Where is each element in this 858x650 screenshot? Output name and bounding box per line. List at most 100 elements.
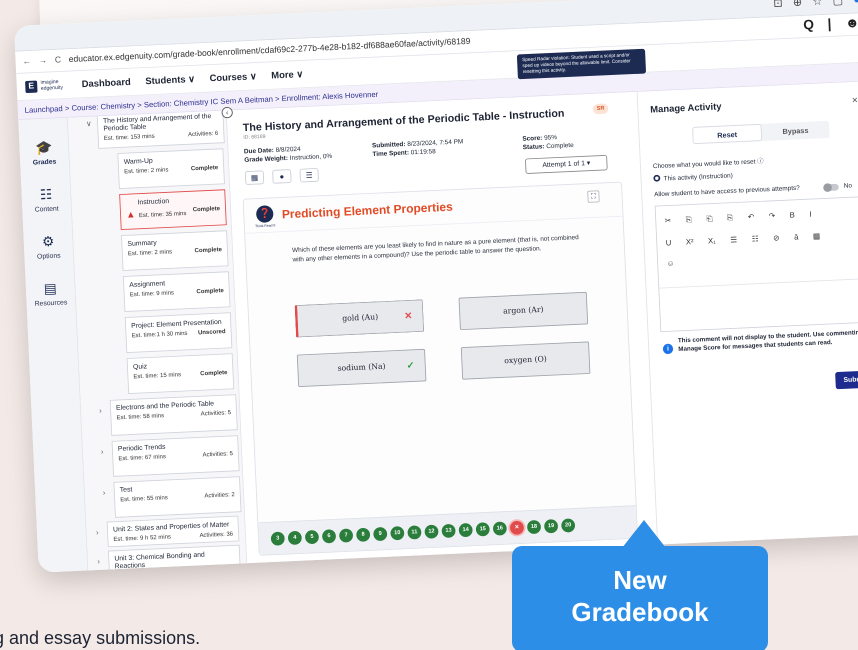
profile-icon[interactable]: ●: [853, 0, 858, 7]
topic-card[interactable]: › Test Est. time: 55 mins Activities: 2: [103, 476, 242, 518]
editor-tool-icon[interactable]: ⎘: [727, 213, 734, 223]
editor-tool-icon[interactable]: ▦: [813, 232, 821, 242]
editor-tool-icon[interactable]: ✂: [665, 216, 672, 226]
speed-radar-badge[interactable]: SR: [592, 103, 609, 115]
expand-icon[interactable]: ⛶: [587, 190, 600, 203]
question-dot[interactable]: 18: [526, 519, 542, 535]
question-panel: ❓ Think Read It Predicting Element Prope…: [242, 181, 639, 556]
chevron-right-icon[interactable]: ›: [97, 557, 100, 566]
activity-time: Est. time: 2 mins: [124, 167, 169, 176]
question-dot[interactable]: 6: [321, 529, 337, 544]
topic-card[interactable]: › Periodic Trends Est. time: 67 mins Acti…: [101, 435, 240, 477]
sliders-icon: ⚙: [41, 234, 55, 250]
zoom-icon[interactable]: ⊕: [793, 0, 803, 9]
question-dot[interactable]: 20: [561, 518, 576, 533]
question-dot[interactable]: 14: [458, 523, 473, 538]
chevron-right-icon[interactable]: ›: [96, 528, 99, 537]
activity-card[interactable]: Warm-Up Est. time: 2 mins Complete: [117, 148, 225, 189]
sidebar-item-content[interactable]: ☷ Content: [21, 185, 71, 214]
activity-card[interactable]: Summary Est. time: 2 mins Complete: [121, 230, 229, 271]
question-dot[interactable]: 13: [441, 523, 456, 539]
tab-reset[interactable]: Reset: [692, 123, 763, 145]
question-dot[interactable]: 4: [287, 530, 303, 546]
sidebar-item-label: Resources: [34, 298, 68, 308]
chevron-right-icon[interactable]: ›: [103, 488, 106, 497]
account-icon[interactable]: ☻: [845, 16, 858, 32]
header-right-icons: Q | ☻: [803, 16, 858, 34]
extensions-icon[interactable]: ▢: [832, 0, 843, 8]
star-icon[interactable]: ☆: [812, 0, 823, 9]
activity-card-current[interactable]: Instruction ▲ Est. time: 35 mins Complete: [119, 189, 227, 230]
tab-search-icon[interactable]: ⊡: [773, 0, 783, 10]
unit-card[interactable]: › Unit 3: Chemical Bonding and Reactions: [97, 544, 241, 571]
editor-tool-icon[interactable]: X²: [686, 237, 694, 247]
attempt-select[interactable]: Attempt 1 of 1 ▾: [524, 154, 608, 174]
editor-tool-icon[interactable]: X₁: [708, 236, 716, 246]
calendar-icon[interactable]: ▦: [244, 170, 265, 185]
question-dot[interactable]: 3: [270, 531, 285, 546]
question-dot[interactable]: 11: [407, 525, 422, 540]
question-dot[interactable]: 19: [543, 519, 559, 534]
nav-dashboard[interactable]: Dashboard: [81, 77, 131, 89]
editor-tool-icon[interactable]: ⎗: [706, 214, 713, 224]
editor-tool-icon[interactable]: I: [809, 210, 812, 219]
question-dot[interactable]: 10: [390, 526, 405, 541]
chevron-right-icon[interactable]: ›: [101, 447, 104, 456]
editor-tool-icon[interactable]: ⎘: [686, 215, 693, 225]
activity-title: The History and Arrangement of the Perio…: [242, 107, 565, 134]
topic-card[interactable]: ∨ The History and Arrangement of the Per…: [86, 110, 225, 149]
unit-card[interactable]: › Unit 2: States and Properties of Matte…: [96, 515, 240, 548]
reload-icon[interactable]: C: [55, 56, 62, 66]
chevron-right-icon[interactable]: ›: [99, 406, 102, 415]
question-dot[interactable]: 16: [492, 521, 507, 536]
collapse-panel-icon[interactable]: ‹: [221, 106, 233, 119]
checklist-icon[interactable]: ☰: [299, 167, 319, 183]
sidebar-item-resources[interactable]: ▤ Resources: [26, 279, 76, 308]
topic-card[interactable]: › Electrons and the Periodic Table Est. …: [99, 394, 238, 436]
question-dot[interactable]: 12: [424, 524, 439, 539]
answer-option[interactable]: sodium (Na) ✓: [296, 348, 427, 388]
question-dot[interactable]: 15: [475, 522, 490, 537]
answer-option[interactable]: oxygen (O): [460, 341, 591, 380]
chevron-down-icon[interactable]: ∨: [86, 119, 92, 129]
question-dot[interactable]: 5: [304, 529, 320, 545]
question-dot[interactable]: 8: [356, 527, 371, 542]
nav-students[interactable]: Students ∨: [145, 74, 195, 87]
question-dot[interactable]: 9: [373, 526, 388, 542]
close-icon[interactable]: ×: [852, 94, 858, 106]
editor-tool-icon[interactable]: ☺: [666, 259, 674, 268]
back-icon[interactable]: ←: [22, 57, 31, 67]
editor-tool-icon[interactable]: U: [666, 238, 672, 248]
sidebar-item-grades[interactable]: 🎓 Grades: [19, 138, 69, 167]
question-dot[interactable]: 7: [338, 528, 354, 543]
editor-tool-icon[interactable]: B: [789, 211, 795, 221]
info-icon[interactable]: ⓘ: [757, 157, 764, 165]
logo[interactable]: E imagine edgenuity: [25, 79, 63, 93]
question-dot[interactable]: ✕: [509, 520, 525, 535]
activity-card[interactable]: Project: Element Presentation Est. time:…: [124, 312, 233, 353]
submit-button[interactable]: Submit: [835, 370, 858, 390]
editor-tool-icon[interactable]: ↷: [769, 211, 776, 221]
sidebar-item-options[interactable]: ⚙ Options: [23, 232, 73, 261]
answer-option[interactable]: argon (Ar): [458, 291, 589, 331]
main-area: 🎓 Grades ☷ Content ⚙ Options ▤ Resources: [18, 81, 858, 573]
activity-card[interactable]: Assignment Est. time: 9 mins Complete: [122, 271, 231, 312]
editor-tool-icon[interactable]: ↶: [748, 212, 755, 222]
answer-option[interactable]: gold (Au) ✕: [294, 299, 425, 338]
toolbar-row: ✂ ⎘ ⎗ ⎘ ↶ ↷ B I: [665, 210, 812, 226]
editor-tool-icon[interactable]: ⊘: [773, 233, 780, 243]
editor-tool-icon[interactable]: ā: [794, 233, 799, 243]
correct-icon: ✓: [406, 360, 415, 372]
tab-bypass[interactable]: Bypass: [761, 121, 829, 141]
editor-tool-icon[interactable]: ☰: [730, 235, 737, 245]
reset-option-radio[interactable]: This activity (Instruction): [653, 171, 733, 182]
nav-courses[interactable]: Courses ∨: [209, 71, 257, 83]
record-icon[interactable]: ●: [272, 169, 292, 184]
activity-card[interactable]: Quiz Est. time: 15 mins Complete: [126, 353, 235, 394]
comment-textarea[interactable]: [659, 280, 858, 331]
nav-more[interactable]: More ∨: [271, 69, 303, 81]
editor-tool-icon[interactable]: ☷: [752, 234, 759, 244]
previous-attempts-toggle[interactable]: [823, 183, 839, 192]
forward-icon[interactable]: →: [38, 56, 47, 66]
search-icon[interactable]: Q: [803, 18, 814, 34]
